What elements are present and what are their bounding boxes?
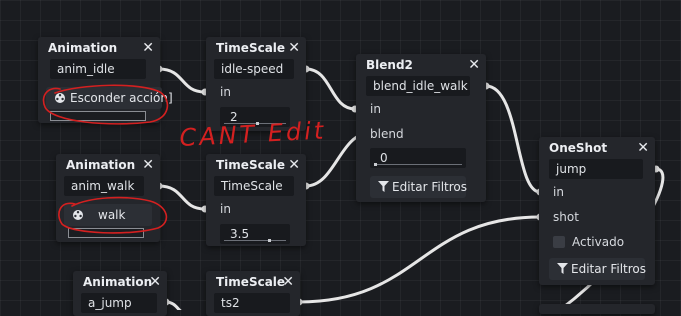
blend-amount-spinbox[interactable]: 0: [370, 148, 466, 168]
play-animation-button[interactable]: walk: [64, 204, 152, 226]
close-icon[interactable]: ✕: [288, 154, 300, 176]
scale-value: 2: [230, 110, 238, 124]
animation-progress-bar: [50, 111, 146, 121]
blend-amount-value: 0: [380, 151, 388, 165]
node-title: Blend2: [366, 58, 413, 72]
input-port-label: in: [370, 102, 381, 116]
timescale-node-ts2[interactable]: TimeScale ✕ ts2: [206, 271, 300, 316]
animation-select[interactable]: anim_idle: [50, 59, 146, 79]
animation-progress-bar: [68, 228, 144, 238]
close-icon[interactable]: ✕: [149, 271, 161, 293]
edit-filters-label: Editar Filtros: [571, 262, 647, 276]
timescale-node-walk[interactable]: TimeScale ✕ TimeScale in 3.5: [206, 154, 306, 246]
film-reel-icon: [55, 93, 65, 103]
funnel-icon: [557, 263, 568, 274]
blend-port-label: blend: [370, 127, 404, 141]
animation-select[interactable]: a_jump: [81, 293, 157, 313]
input-port-label: in: [220, 202, 231, 216]
timescale-node-idle-speed[interactable]: TimeScale ✕ idle-speed in 2: [206, 37, 306, 131]
oneshot-node[interactable]: OneShot ✕ jump in shot Activado Editar F…: [539, 137, 655, 285]
wire-blend-to-oneshot-in: [484, 84, 542, 194]
node-title: OneShot: [549, 141, 608, 155]
scale-value: 3.5: [230, 227, 250, 241]
node-title: Animation: [48, 41, 118, 55]
close-icon[interactable]: ✕: [282, 271, 294, 293]
active-checkbox[interactable]: [553, 236, 565, 248]
shot-port-label: shot: [553, 210, 579, 224]
play-animation-label: Esconder acción]: [70, 91, 173, 105]
blend2-node[interactable]: Blend2 ✕ blend_idle_walk in blend 0 Edit…: [356, 54, 486, 202]
node-name-field[interactable]: idle-speed: [214, 59, 294, 79]
close-icon[interactable]: ✕: [637, 137, 649, 159]
close-icon[interactable]: ✕: [468, 54, 480, 76]
scale-spinbox[interactable]: 2: [220, 107, 290, 127]
animation-select[interactable]: anim_walk: [64, 176, 144, 196]
edit-filters-label: Editar Filtros: [392, 180, 468, 194]
animation-node-idle[interactable]: Animation ✕ anim_idle Esconder acción]: [38, 37, 173, 123]
wire-ts2-to-oneshot-shot: [297, 215, 542, 304]
partial-node[interactable]: [539, 304, 655, 314]
close-icon[interactable]: ✕: [288, 37, 300, 59]
film-reel-icon: [73, 210, 83, 220]
spin-slider-track: [224, 123, 286, 124]
node-title: Animation: [66, 158, 136, 172]
node-name-field[interactable]: TimeScale: [214, 176, 294, 196]
spin-slider-knob[interactable]: [374, 163, 377, 166]
animation-node-jump[interactable]: Animation ✕ a_jump: [73, 271, 167, 316]
close-icon[interactable]: ✕: [142, 154, 154, 176]
node-name-field[interactable]: blend_idle_walk: [366, 76, 470, 96]
scale-spinbox[interactable]: 3.5: [220, 224, 290, 244]
spin-slider-knob[interactable]: [268, 239, 271, 242]
spin-slider-knob[interactable]: [256, 122, 259, 125]
node-name-field[interactable]: ts2: [214, 293, 290, 313]
wire-ajump-out: [164, 300, 182, 310]
funnel-icon: [378, 181, 389, 192]
node-title: Animation: [83, 275, 153, 289]
wire-idle-speed-to-blend-in: [304, 67, 357, 111]
play-animation-label: walk: [98, 208, 126, 222]
node-title: TimeScale: [216, 275, 286, 289]
node-title: TimeScale: [216, 158, 286, 172]
node-title: TimeScale: [216, 41, 286, 55]
input-port-label: in: [553, 185, 564, 199]
edit-filters-button[interactable]: Editar Filtros: [549, 258, 647, 280]
edit-filters-button[interactable]: Editar Filtros: [370, 176, 468, 198]
close-icon[interactable]: ✕: [142, 37, 154, 59]
spin-slider-track: [374, 164, 462, 165]
wire-anim-walk-to-timescale: [157, 184, 207, 211]
spin-slider-track: [224, 240, 286, 241]
active-checkbox-label: Activado: [572, 235, 625, 249]
node-name-field[interactable]: jump: [549, 159, 643, 179]
play-animation-button[interactable]: Esconder acción]: [46, 87, 173, 109]
animation-node-walk[interactable]: Animation ✕ anim_walk walk: [56, 154, 160, 242]
input-port-label: in: [220, 85, 231, 99]
